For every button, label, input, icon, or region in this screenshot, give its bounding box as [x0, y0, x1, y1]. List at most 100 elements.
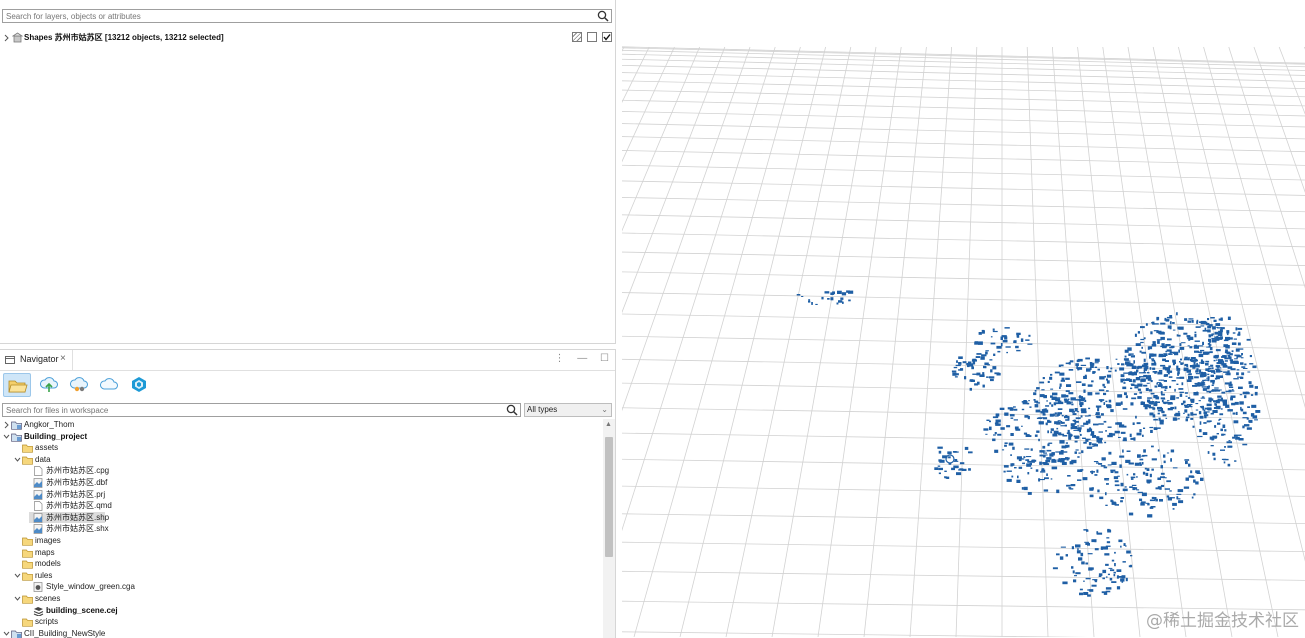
gis-file-icon — [33, 478, 43, 488]
tree-item[interactable]: assets — [0, 442, 603, 454]
building-footprint — [1184, 459, 1190, 461]
building-footprint — [1164, 488, 1170, 490]
building-footprint — [939, 459, 945, 463]
tree-item[interactable]: 苏州市姑苏区.dbf — [0, 477, 603, 489]
tree-item-label: 苏州市姑苏区.dbf — [46, 478, 108, 487]
layer-search-input[interactable] — [3, 10, 589, 22]
tree-item[interactable]: CII_Building_NewStyle — [0, 628, 603, 638]
building-footprint — [1141, 351, 1146, 354]
chevron-right-icon[interactable] — [3, 33, 11, 43]
building-footprint — [1121, 425, 1127, 428]
building-footprint — [1208, 366, 1211, 368]
lock-toggle-box[interactable] — [587, 32, 597, 42]
chevron-down-icon[interactable] — [3, 433, 10, 441]
building-footprint — [1004, 327, 1010, 329]
visibility-checkbox[interactable] — [602, 32, 612, 42]
building-footprint — [1072, 413, 1077, 415]
open-folder-button[interactable] — [3, 373, 31, 397]
tree-scrollbar[interactable]: ▲ — [603, 419, 615, 638]
building-footprint — [1249, 363, 1254, 365]
building-footprint — [1106, 541, 1111, 544]
tree-item[interactable]: 苏州市姑苏区.prj — [0, 489, 603, 501]
tree-item[interactable]: Style_window_green.cga — [0, 581, 603, 593]
building-footprint — [1096, 439, 1102, 443]
layer-search-box[interactable] — [2, 9, 612, 23]
tab-navigator[interactable]: Navigator × — [0, 350, 73, 370]
building-footprint — [1017, 475, 1019, 479]
tree-item[interactable]: 苏州市姑苏区.qmd — [0, 500, 603, 512]
building-footprint — [1035, 469, 1039, 472]
chevron-down-icon[interactable] — [14, 456, 21, 464]
building-footprint — [1038, 438, 1040, 442]
tree-item[interactable]: 苏州市姑苏区.shx — [0, 523, 603, 535]
building-footprint — [1122, 449, 1124, 453]
building-footprint — [1121, 579, 1124, 583]
tree-item[interactable]: maps — [0, 547, 603, 559]
tree-item[interactable]: building_scene.cej — [0, 605, 603, 617]
building-footprint — [1147, 375, 1151, 379]
building-footprint — [1222, 424, 1226, 428]
tree-item[interactable]: Angkor_Thom — [0, 419, 603, 431]
building-footprint — [1166, 452, 1170, 454]
tree-item[interactable]: 苏州市姑苏区.cpg — [0, 465, 603, 477]
close-icon[interactable]: × — [60, 353, 66, 364]
building-footprint — [1128, 565, 1132, 568]
building-footprint — [1088, 414, 1091, 417]
scroll-up-icon[interactable]: ▲ — [605, 421, 612, 428]
search-icon[interactable] — [597, 10, 609, 22]
building-footprint — [1122, 386, 1127, 390]
building-footprint — [1254, 391, 1258, 396]
tree-item[interactable]: models — [0, 558, 603, 570]
cloud-share-button[interactable] — [65, 373, 93, 397]
arcgis-button[interactable] — [125, 373, 153, 397]
chevron-right-icon[interactable] — [3, 421, 10, 429]
building-footprint — [1163, 380, 1167, 382]
building-footprint — [1056, 553, 1060, 556]
building-footprint — [1106, 380, 1110, 384]
maximize-icon[interactable]: ☐ — [600, 353, 609, 364]
building-footprint — [1217, 327, 1223, 329]
building-footprint — [1004, 442, 1008, 444]
building-footprint — [978, 341, 983, 345]
tree-item[interactable]: scenes — [0, 593, 603, 605]
building-footprint — [956, 360, 958, 363]
project-folder-icon — [11, 421, 22, 430]
building-footprint — [1093, 461, 1099, 463]
building-footprint — [1079, 404, 1083, 407]
tree-item[interactable]: scripts — [0, 616, 603, 628]
layer-row-shapes[interactable]: Shapes 苏州市姑苏区 [13212 objects, 13212 sele… — [3, 32, 613, 44]
file-search-box[interactable] — [2, 403, 521, 417]
tree-item[interactable]: data — [0, 454, 603, 466]
tree-item[interactable]: Building_project — [0, 431, 603, 443]
scrollbar-thumb[interactable] — [605, 437, 613, 557]
building-footprint — [1080, 425, 1085, 427]
search-icon[interactable] — [506, 404, 518, 416]
tree-item[interactable]: images — [0, 535, 603, 547]
tree-item[interactable]: rules — [0, 570, 603, 582]
building-footprint — [1114, 502, 1117, 504]
grid-line — [1253, 46, 1305, 193]
building-footprint — [1110, 569, 1115, 572]
tree-item[interactable]: 苏州市姑苏区.shp — [0, 511, 603, 524]
cloud-upload-button[interactable] — [35, 373, 63, 397]
file-search-input[interactable] — [3, 404, 504, 416]
building-footprint — [1252, 365, 1257, 369]
chevron-down-icon[interactable] — [14, 595, 21, 603]
building-footprint — [1184, 363, 1188, 366]
hatch-toggle-icon[interactable] — [572, 32, 582, 42]
building-footprint — [1131, 397, 1137, 400]
cloud-button[interactable] — [95, 373, 123, 397]
building-footprint — [1150, 392, 1155, 395]
type-filter-select[interactable]: All types ⌄ — [524, 403, 612, 417]
building-footprint — [1188, 373, 1192, 376]
view-menu-icon[interactable]: ⋮ — [554, 353, 564, 364]
building-footprint — [1071, 426, 1077, 429]
building-footprint — [1190, 470, 1193, 474]
minimize-icon[interactable]: — — [577, 353, 587, 364]
building-footprint — [1094, 362, 1099, 364]
building-footprint — [1073, 435, 1080, 438]
building-footprint — [1200, 397, 1206, 399]
viewport-3d[interactable]: @稀土掘金技术社区 — [622, 0, 1305, 637]
chevron-down-icon[interactable] — [14, 572, 21, 580]
building-footprint — [1143, 427, 1146, 429]
